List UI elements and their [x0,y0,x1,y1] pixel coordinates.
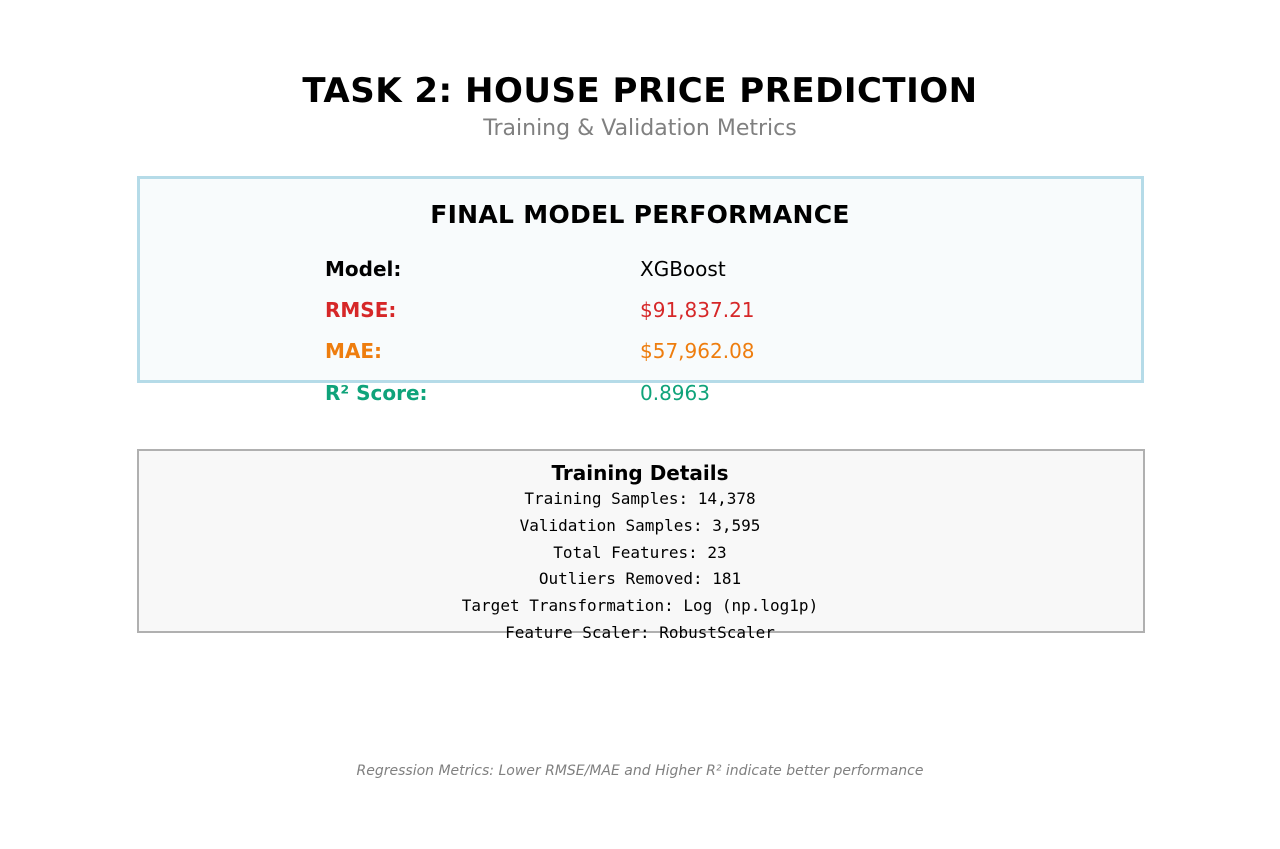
r2-score-label: R² Score: [325,381,428,405]
page-title: TASK 2: HOUSE PRICE PREDICTION [302,71,978,111]
training-details-list: Training Samples: 14,378 Validation Samp… [0,486,1280,647]
mae-value: $57,962.08 [640,339,755,363]
feature-scaler-line: Feature Scaler: RobustScaler [505,622,775,642]
mae-label: MAE: [325,339,383,363]
target-transformation-line: Target Transformation: Log (np.log1p) [461,596,819,616]
footer-note: Regression Metrics: Lower RMSE/MAE and H… [356,763,924,779]
total-features-line: Total Features: 23 [553,542,727,562]
performance-heading: FINAL MODEL PERFORMANCE [430,200,850,229]
training-details-heading: Training Details [551,461,729,485]
rmse-label: RMSE: [325,298,397,322]
model-value: XGBoost [640,257,726,281]
validation-samples-line: Validation Samples: 3,595 [519,515,761,535]
outliers-removed-line: Outliers Removed: 181 [538,569,742,589]
rmse-value: $91,837.21 [640,298,755,322]
model-label: Model: [325,257,402,281]
training-samples-line: Training Samples: 14,378 [524,489,756,508]
page-subtitle: Training & Validation Metrics [483,116,797,141]
r2-score-value: 0.8963 [640,381,710,405]
